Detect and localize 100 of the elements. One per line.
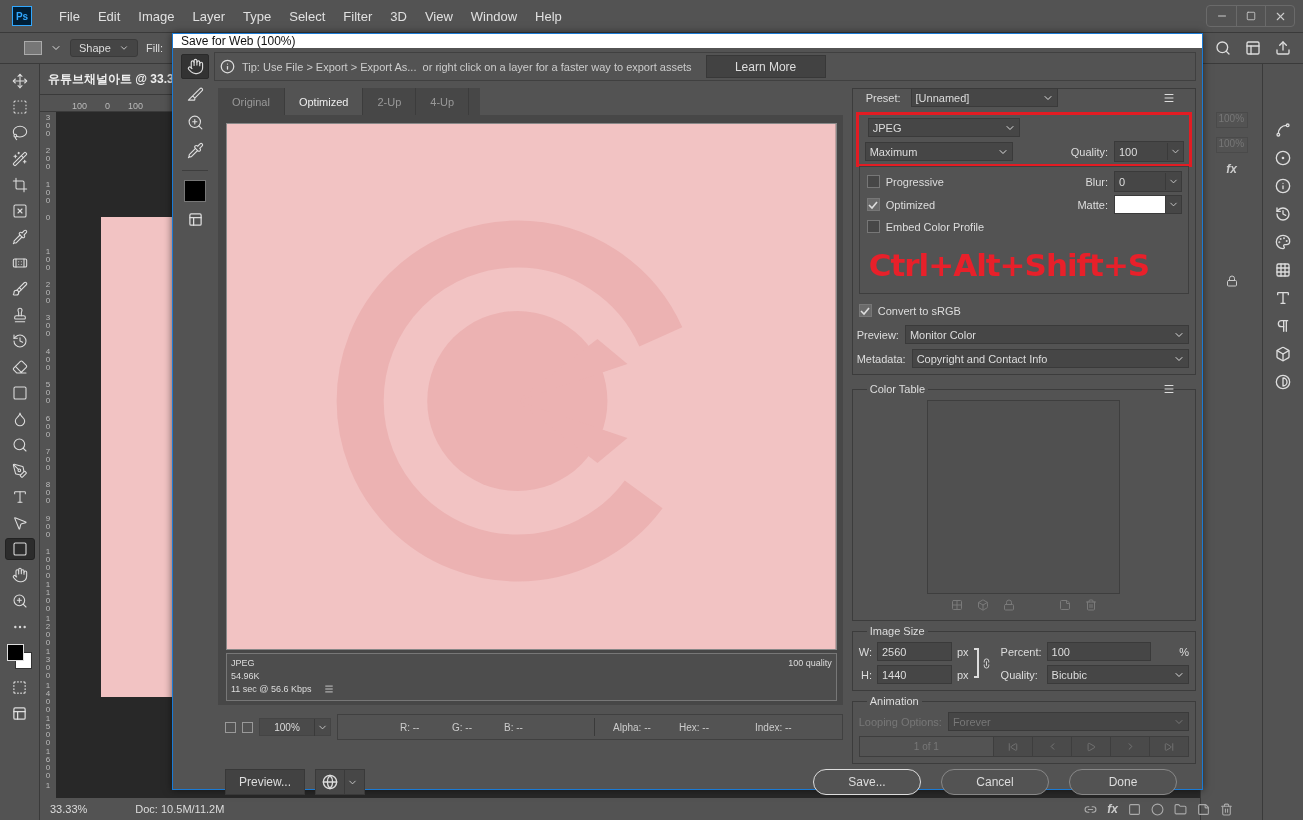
ruler-label: 1100: [45, 581, 51, 614]
quality-field[interactable]: 100: [1114, 141, 1184, 162]
percent-field[interactable]: 100: [1046, 642, 1151, 661]
preview-button[interactable]: Preview...: [225, 769, 305, 795]
shape-swatch[interactable]: [24, 41, 42, 55]
history-icon: [11, 333, 28, 349]
knife-icon: [186, 86, 204, 103]
palette-icon[interactable]: [1275, 234, 1291, 250]
menu-item[interactable]: Image: [129, 8, 184, 24]
zoom-level: 33.33%: [50, 803, 88, 815]
tool-button[interactable]: [4, 538, 35, 560]
field-label: Matte:: [1077, 198, 1108, 211]
rectangle-icon: [11, 541, 28, 557]
new-layer-icon[interactable]: [1197, 802, 1210, 816]
menu-item[interactable]: View: [415, 8, 462, 24]
metadata-select[interactable]: Copyright and Contact Info: [911, 349, 1189, 368]
menu-item[interactable]: 3D: [381, 8, 416, 24]
preset-select[interactable]: [Unnamed]: [910, 88, 1058, 107]
tool-button[interactable]: [181, 54, 209, 79]
ruler-label: 200: [45, 147, 51, 174]
color-readout: G: --: [452, 721, 473, 733]
adjustment-icon[interactable]: [1151, 802, 1164, 816]
ruler-label: 1400: [45, 681, 51, 714]
share-icon[interactable]: [1275, 40, 1291, 56]
checkbox[interactable]: [866, 220, 880, 233]
blur-field[interactable]: 0: [1114, 171, 1182, 192]
channels-icon[interactable]: [1275, 150, 1291, 166]
dialog-button[interactable]: Done: [1069, 769, 1177, 795]
menu-item[interactable]: Edit: [88, 8, 130, 24]
dialog-button[interactable]: Cancel: [941, 769, 1049, 795]
field-label: Blur:: [1085, 175, 1108, 188]
app-logo: Ps: [12, 6, 32, 26]
dialog-button[interactable]: Save...: [813, 769, 921, 795]
character-icon[interactable]: [1275, 290, 1291, 306]
browser-select[interactable]: [315, 769, 365, 795]
menu-item[interactable]: Type: [234, 8, 281, 24]
option-label: Progressive: [885, 175, 944, 188]
zoom-out-button[interactable]: [225, 721, 236, 733]
menu-item[interactable]: Select: [280, 8, 335, 24]
layout-icon: [12, 705, 27, 721]
ruler-label: 100: [72, 101, 88, 111]
menu-icon[interactable]: [1163, 383, 1175, 395]
dialog-title: Save for Web (100%): [173, 34, 1202, 48]
maximize-icon: [1246, 11, 1256, 21]
preview-label: Preview:: [856, 328, 899, 341]
skip-back-icon: [1008, 741, 1018, 752]
color-swatch[interactable]: [184, 180, 206, 202]
checkbox[interactable]: [866, 198, 880, 211]
paragraph-icon[interactable]: [1275, 318, 1291, 334]
fx-icon[interactable]: fx: [1107, 802, 1118, 816]
learn-more-button[interactable]: Learn More: [705, 55, 826, 78]
zoom-in-button[interactable]: [242, 721, 253, 733]
ruler-label: 1: [45, 781, 51, 792]
history-icon[interactable]: [1275, 206, 1291, 222]
checkbox[interactable]: [858, 304, 872, 317]
search-icon[interactable]: [1215, 40, 1231, 56]
lasso-icon: [11, 125, 28, 141]
menu-icon[interactable]: [1163, 91, 1175, 104]
height-field[interactable]: 1440: [876, 665, 952, 684]
move-icon: [11, 73, 28, 89]
eraser-icon: [11, 359, 28, 375]
globe-icon: [322, 774, 338, 790]
workspace-icon[interactable]: [1245, 40, 1261, 56]
dashed-square-icon: [12, 679, 27, 695]
fx-icon[interactable]: fx: [1226, 162, 1237, 176]
compression-select[interactable]: Maximum: [864, 142, 1013, 161]
path-icon[interactable]: [1275, 122, 1291, 138]
stamp-icon: [11, 307, 28, 323]
matte-field[interactable]: [1114, 195, 1182, 214]
zoom-select[interactable]: 100%: [259, 718, 331, 736]
format-select[interactable]: JPEG: [867, 118, 1020, 137]
mask-icon[interactable]: [1128, 802, 1141, 816]
file-size: 54.96K: [231, 670, 261, 682]
ruler-label: 300: [45, 114, 51, 140]
wand-icon: [11, 151, 28, 167]
folder-icon[interactable]: [1174, 802, 1187, 816]
info-icon[interactable]: [1275, 178, 1291, 194]
resample-select[interactable]: Bicubic: [1046, 665, 1189, 684]
color-swatches[interactable]: [4, 642, 35, 672]
trash-icon[interactable]: [1220, 802, 1233, 816]
menu-item[interactable]: Help: [526, 8, 571, 24]
menu-item[interactable]: File: [50, 8, 89, 24]
zoom-icon: [11, 593, 28, 609]
menu-item[interactable]: Window: [461, 8, 527, 24]
preview-select[interactable]: Monitor Color: [904, 325, 1189, 344]
mode-select[interactable]: Shape: [70, 39, 138, 57]
view-tab[interactable]: Optimized: [284, 88, 364, 115]
width-field[interactable]: 2560: [876, 642, 952, 661]
menu-icon[interactable]: [323, 684, 334, 694]
dashed-square-icon: [11, 99, 28, 115]
height-label: H:: [860, 668, 872, 681]
checkbox[interactable]: [866, 175, 880, 188]
color-readout: Index: --: [755, 721, 793, 733]
group-title: Image Size: [866, 625, 928, 637]
bandage-icon: [11, 255, 28, 271]
new-color-icon[interactable]: [1058, 599, 1071, 611]
menu-item[interactable]: Filter: [334, 8, 382, 24]
menu-item[interactable]: Layer: [183, 8, 235, 24]
unit-label: px: [956, 668, 969, 681]
info-icon: [220, 59, 235, 74]
